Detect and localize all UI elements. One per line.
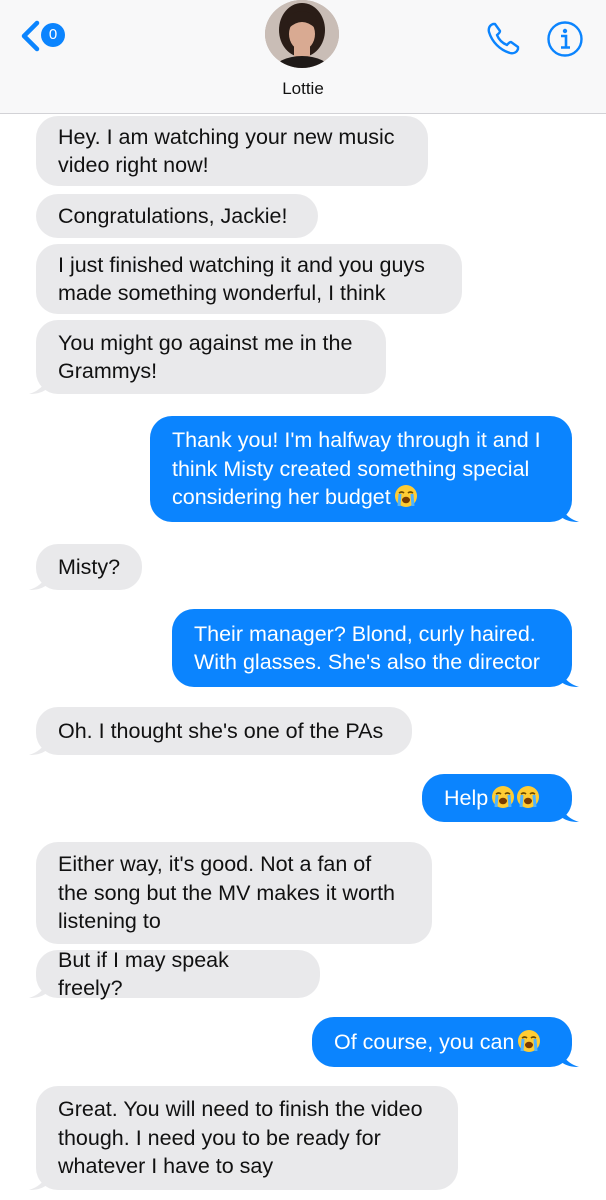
bubble-tail [29,1168,49,1190]
chevron-left-icon [21,20,40,52]
received-message[interactable]: Great. You will need to finish the video… [29,1086,458,1190]
bubble-tail [29,372,49,394]
loudly-crying-face-emoji [492,785,515,808]
received-message[interactable]: Misty? [29,544,142,590]
phone-icon [487,22,520,55]
call-button[interactable] [484,20,522,58]
sent-message[interactable]: Help [422,774,579,822]
received-message[interactable]: Congratulations, Jackie! [36,194,318,238]
received-message[interactable]: Hey. I am watching your new music video … [36,116,428,186]
bubble-tail [29,976,49,998]
received-message[interactable]: Either way, it's good. Not a fan of the … [36,842,432,944]
received-message[interactable]: Oh. I thought she's one of the PAs [29,707,412,755]
bubble-tail [559,500,579,522]
loudly-crying-face-emoji [517,785,540,808]
loudly-crying-face-emoji [518,1029,541,1052]
bubble-tail [29,568,49,590]
bubble-tail [559,1045,579,1067]
received-message[interactable]: I just finished watching it and you guys… [36,244,462,314]
sent-message[interactable]: Their manager? Blond, curly haired. With… [172,609,579,687]
back-button[interactable]: 0 [18,18,74,54]
bubble-tail [559,665,579,687]
conversation-header: 0 Lottie [0,0,606,114]
info-icon [547,21,583,57]
received-message[interactable]: But if I may speak freely? [29,948,320,1000]
contact-name[interactable]: Lottie [0,79,606,99]
unread-count-badge: 0 [41,23,65,47]
received-message[interactable]: You might go against me in the Grammys! [29,320,386,394]
sent-message[interactable]: Thank you! I'm halfway through it and I … [150,416,579,522]
avatar[interactable] [265,0,339,68]
bubble-tail [29,733,49,755]
loudly-crying-face-emoji [394,485,417,508]
bubble-tail [559,800,579,822]
info-button[interactable] [546,20,584,58]
sent-message[interactable]: Of course, you can [312,1017,579,1067]
